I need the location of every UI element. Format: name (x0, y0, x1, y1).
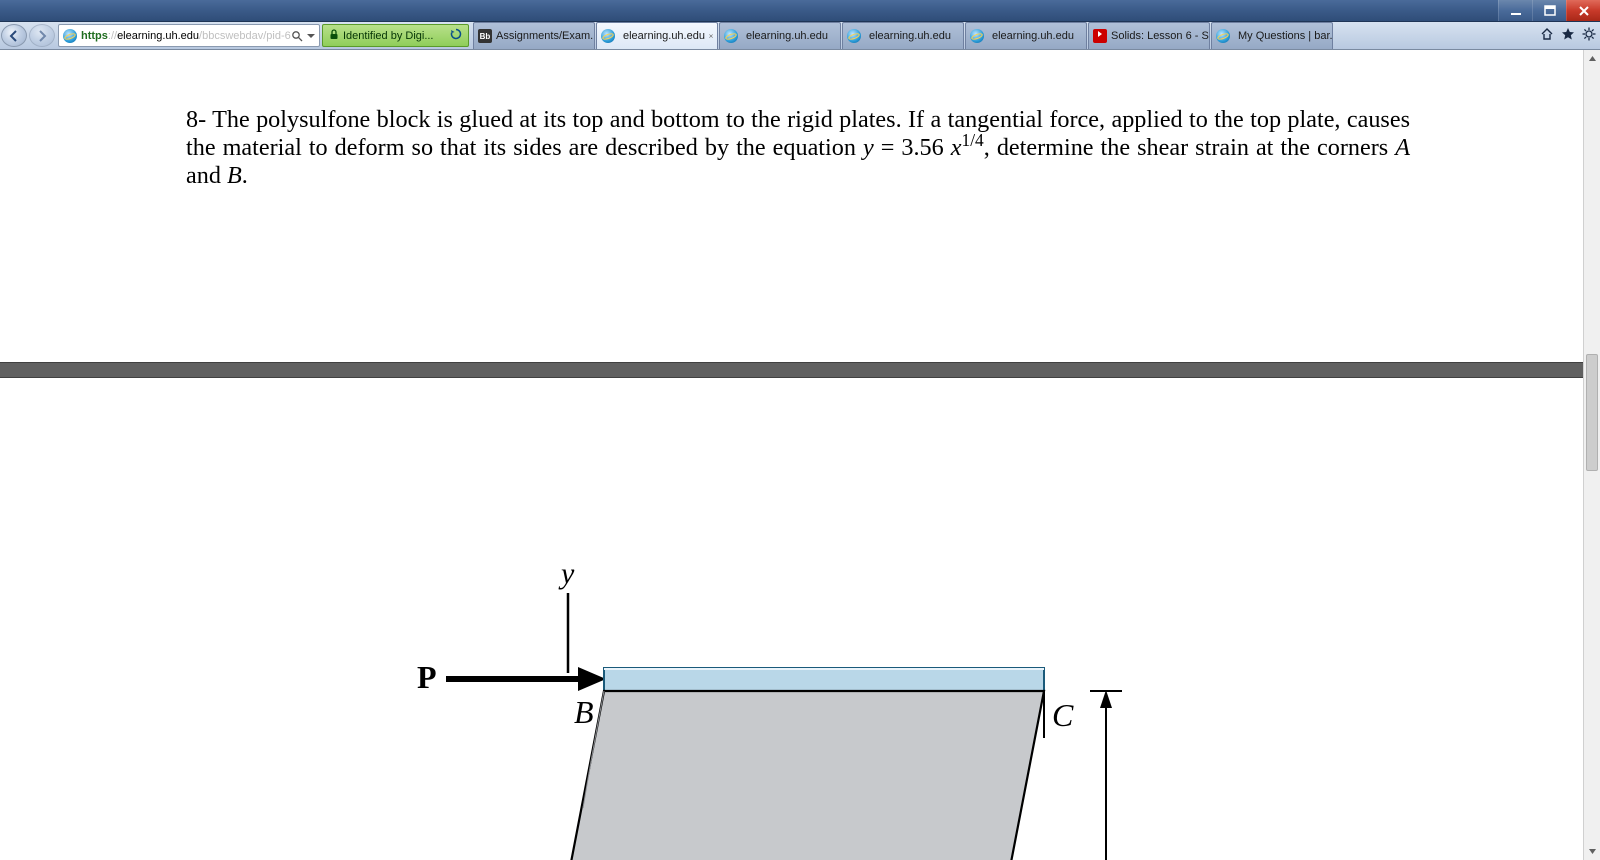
corner-A: A (1395, 134, 1410, 161)
figure: y P B C (8, 378, 1575, 860)
period: . (242, 162, 248, 189)
corner-C-label: C (1052, 697, 1074, 733)
ie-icon (63, 29, 77, 43)
scroll-track[interactable] (1584, 67, 1600, 843)
ie-icon (847, 29, 861, 43)
identity-label: Identified by Digi... (343, 30, 434, 42)
tab-elearning-2[interactable]: elearning.uh.edu (719, 22, 841, 49)
eq-equals: = (874, 134, 902, 161)
page-break (0, 362, 1583, 378)
window-minimize-button[interactable] (1498, 0, 1532, 21)
tab-elearning-active[interactable]: elearning.uh.edu (596, 22, 718, 49)
force-P-label: P (417, 659, 437, 695)
window-maximize-button[interactable] (1532, 0, 1566, 21)
tab-label: elearning.uh.edu (746, 30, 828, 42)
blackboard-icon: Bb (478, 29, 492, 43)
tab-strip: Bb Assignments/Exam... elearning.uh.edu … (473, 22, 1536, 49)
identity-box[interactable]: Identified by Digi... (322, 24, 469, 47)
y-axis-label: y (558, 557, 575, 590)
scroll-thumb[interactable] (1586, 354, 1598, 470)
tab-label: elearning.uh.edu (623, 30, 705, 42)
nav-forward-button[interactable] (29, 24, 55, 47)
tab-solids-lesson[interactable]: Solids: Lesson 6 - S... (1088, 22, 1210, 49)
eq-x: x (951, 134, 962, 161)
tab-close-button[interactable] (709, 30, 713, 42)
ie-icon (1216, 29, 1230, 43)
ie-icon (724, 29, 738, 43)
toolbar-right-controls (1536, 22, 1600, 49)
eq-y: y (863, 134, 874, 161)
address-text: https://elearning.uh.edu/bbcswebdav/pid-… (81, 30, 291, 42)
browser-toolbar: https://elearning.uh.edu/bbcswebdav/pid-… (0, 22, 1600, 50)
nav-back-button[interactable] (1, 24, 27, 47)
window-titlebar (0, 0, 1600, 22)
corner-B-label: B (574, 694, 594, 730)
dropdown-icon[interactable] (305, 30, 317, 42)
page-viewport: 8- The polysulfone block is glued at its… (0, 50, 1583, 860)
search-icon[interactable] (291, 30, 303, 42)
lock-icon (329, 29, 339, 43)
eq-exponent: 1/4 (962, 130, 984, 150)
tools-icon[interactable] (1582, 27, 1596, 44)
tab-label: Solids: Lesson 6 - S... (1111, 30, 1210, 42)
tab-assignments[interactable]: Bb Assignments/Exam... (473, 22, 595, 49)
tab-label: Assignments/Exam... (496, 30, 595, 42)
youtube-icon (1093, 29, 1107, 43)
tab-label: elearning.uh.edu (869, 30, 951, 42)
problem-number: 8- (186, 106, 206, 133)
corner-B: B (227, 162, 242, 189)
and-text: and (186, 162, 227, 189)
refresh-icon[interactable] (450, 28, 462, 43)
scroll-down-button[interactable] (1584, 843, 1600, 860)
tab-label: elearning.uh.edu (992, 30, 1074, 42)
scroll-up-button[interactable] (1584, 50, 1600, 67)
vertical-scrollbar[interactable] (1583, 50, 1600, 860)
document-page-2: y P B C (8, 378, 1575, 860)
favorites-icon[interactable] (1561, 27, 1575, 44)
tab-label: My Questions | bar... (1238, 30, 1333, 42)
eq-coeff: 3.56 (901, 134, 950, 161)
problem-text-b: , determine the shear strain at the corn… (984, 134, 1395, 161)
problem-statement: 8- The polysulfone block is glued at its… (8, 50, 1575, 190)
address-bar[interactable]: https://elearning.uh.edu/bbcswebdav/pid-… (58, 24, 320, 47)
window-close-button[interactable] (1566, 0, 1600, 21)
tab-my-questions[interactable]: My Questions | bar... (1211, 22, 1333, 49)
tab-elearning-4[interactable]: elearning.uh.edu (965, 22, 1087, 49)
document-page-1: 8- The polysulfone block is glued at its… (8, 50, 1575, 190)
ie-icon (970, 29, 984, 43)
home-icon[interactable] (1540, 27, 1554, 44)
tab-elearning-3[interactable]: elearning.uh.edu (842, 22, 964, 49)
ie-icon (601, 29, 615, 43)
